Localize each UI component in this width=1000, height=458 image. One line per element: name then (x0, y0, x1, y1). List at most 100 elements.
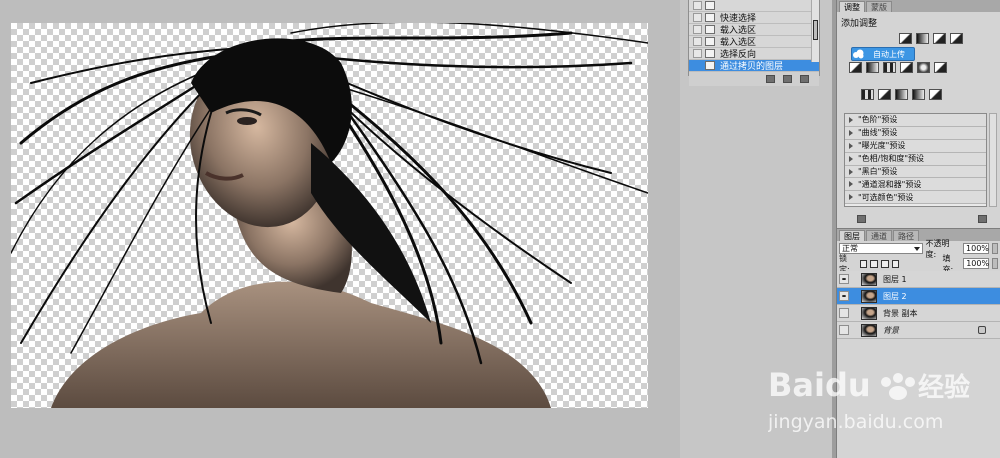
layer-thumbnail (861, 289, 877, 303)
color-balance-icon[interactable] (883, 62, 896, 73)
preset-item[interactable]: "曲线"预设 (845, 126, 986, 140)
history-scrollbar[interactable] (811, 0, 819, 62)
layer-name: 图层 1 (883, 274, 907, 284)
layer-row-selected[interactable]: 图层 2 (837, 288, 1000, 305)
new-document-icon[interactable] (766, 75, 775, 83)
brightness-icon[interactable] (899, 33, 912, 44)
history-step-icon (705, 25, 715, 34)
history-panel: 快速选择 载入选区 载入选区 选择反向 通过拷贝的图层 (688, 0, 820, 86)
layer-thumbnail (861, 306, 877, 320)
expand-triangle-icon[interactable] (849, 194, 853, 201)
posterize-icon[interactable] (878, 89, 891, 100)
selective-color-icon[interactable] (929, 89, 942, 100)
history-step-icon (705, 49, 715, 58)
expand-triangle-icon[interactable] (849, 116, 853, 123)
document-workspace (0, 0, 680, 458)
history-step-icon (705, 37, 715, 46)
layer-name: 背景 (883, 325, 899, 335)
layer-thumbnail (861, 272, 877, 286)
adjustments-icon-row-1 (837, 31, 1000, 46)
lock-image-icon[interactable] (870, 259, 879, 268)
fill-stepper[interactable] (992, 258, 999, 269)
panel-options-icon[interactable] (978, 215, 987, 223)
tab-paths[interactable]: 路径 (893, 230, 919, 241)
tab-channels[interactable]: 通道 (866, 230, 892, 241)
new-snapshot-icon[interactable] (783, 75, 792, 83)
cloud-icon (853, 49, 864, 59)
preset-label: "黑白"预设 (858, 167, 898, 176)
preset-item[interactable]: "可选颜色"预设 (845, 191, 986, 205)
black-white-icon[interactable] (900, 62, 913, 73)
watermark-brand: Baidu (768, 366, 871, 404)
exposure-icon[interactable] (950, 33, 963, 44)
expand-triangle-icon[interactable] (849, 155, 853, 162)
tab-masks[interactable]: 蒙版 (866, 1, 892, 12)
preset-label: "色相/饱和度"预设 (858, 154, 925, 164)
blend-options-row: 正常 不透明度: 100% (837, 239, 1000, 259)
visibility-eye-icon[interactable] (839, 308, 849, 318)
history-checkbox[interactable] (693, 49, 702, 58)
preset-item[interactable]: "通道混和器"预设 (845, 178, 986, 192)
visibility-eye-icon[interactable] (839, 274, 849, 284)
layer-row[interactable]: 背景 (837, 322, 1000, 339)
preset-item[interactable]: "曝光度"预设 (845, 139, 986, 153)
tooltip-label: 自动上传 (873, 50, 905, 59)
threshold-icon[interactable] (895, 89, 908, 100)
expand-triangle-icon[interactable] (849, 168, 853, 175)
lock-all-icon[interactable] (891, 259, 900, 268)
lock-transparency-icon[interactable] (859, 259, 868, 268)
tab-adjustments[interactable]: 调整 (839, 1, 865, 12)
paw-icon (881, 373, 915, 400)
expand-triangle-icon[interactable] (849, 142, 853, 149)
photo-filter-icon[interactable] (917, 62, 930, 73)
visibility-eye-icon[interactable] (839, 325, 849, 335)
history-checkbox[interactable] (693, 13, 702, 22)
preset-label: "曲线"预设 (858, 128, 898, 138)
expand-triangle-icon[interactable] (849, 181, 853, 188)
adjustments-icon-row-2 (837, 60, 1000, 75)
channel-mixer-icon[interactable] (934, 62, 947, 73)
history-checkbox[interactable] (693, 61, 702, 70)
preset-item[interactable]: "色相/饱和度"预设 (845, 152, 986, 166)
vibrance-icon[interactable] (849, 62, 862, 73)
history-item-active[interactable]: 通过拷贝的图层 (689, 60, 819, 72)
clip-to-layer-icon[interactable] (857, 215, 866, 223)
opacity-stepper[interactable] (992, 243, 998, 254)
history-checkbox[interactable] (693, 37, 702, 46)
scroll-thumb[interactable] (813, 20, 818, 40)
layer-row[interactable]: 背景 副本 (837, 305, 1000, 322)
tab-layers[interactable]: 图层 (839, 230, 865, 241)
presets-scrollbar[interactable] (989, 113, 997, 207)
adjustments-icon-row-3 (837, 87, 1000, 102)
invert-icon[interactable] (861, 89, 874, 100)
preset-item[interactable]: "黑白"预设 (845, 165, 986, 179)
history-item-label: 通过拷贝的图层 (720, 62, 784, 72)
opacity-input[interactable]: 100% (963, 243, 990, 254)
history-checkbox[interactable] (693, 1, 702, 10)
woman-hair-photo (11, 23, 648, 408)
expand-triangle-icon[interactable] (849, 129, 853, 136)
delete-icon[interactable] (800, 75, 809, 83)
preset-label: "曝光度"预设 (858, 141, 906, 151)
adjustments-footer (837, 212, 1000, 226)
levels-icon[interactable] (916, 33, 929, 44)
layer-link-slot (853, 274, 859, 284)
history-step-icon (705, 1, 715, 10)
hue-saturation-icon[interactable] (866, 62, 879, 73)
curves-icon[interactable] (933, 33, 946, 44)
fill-input[interactable]: 100% (963, 258, 990, 269)
visibility-eye-icon[interactable] (839, 291, 849, 301)
preset-item[interactable]: "色阶"预设 (845, 114, 986, 127)
layer-name: 图层 2 (883, 291, 907, 301)
lock-options-row: 锁定: 填充: 100% (837, 254, 1000, 274)
history-checkbox[interactable] (693, 25, 702, 34)
document-canvas[interactable] (11, 23, 648, 408)
layers-tabbar: 图层 通道 路径 (837, 229, 1000, 241)
lock-position-icon[interactable] (881, 259, 889, 268)
preset-label: "色阶"预设 (858, 115, 898, 125)
adjustments-panel: 调整 蒙版 添加调整 自动上传 "色阶"预设 "曲线"预设 "曝光度"预设 "色… (836, 0, 1000, 228)
layer-name: 背景 副本 (883, 308, 918, 318)
layer-row[interactable]: 图层 1 (837, 271, 1000, 288)
gradient-map-icon[interactable] (912, 89, 925, 100)
history-footer (689, 72, 819, 86)
